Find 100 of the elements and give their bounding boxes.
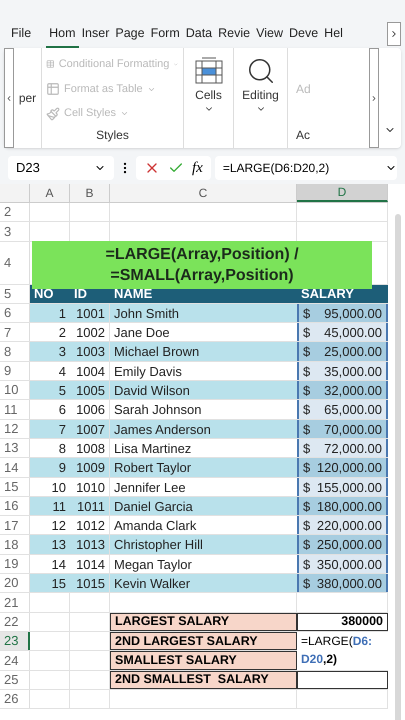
table-cell-text: Amanda Clark bbox=[113, 517, 198, 534]
cells-icon bbox=[194, 56, 224, 86]
table-cell: 1001 bbox=[70, 304, 110, 322]
table-cell-text: 14 bbox=[50, 556, 67, 574]
table-cell-text: Kevin Walker bbox=[113, 575, 192, 592]
scroll-right-button[interactable] bbox=[387, 22, 401, 46]
ribbon-tab[interactable]: Hel bbox=[321, 20, 346, 48]
cells-button[interactable]: Cells bbox=[184, 48, 234, 148]
table-cell: $ 120,000.00 bbox=[297, 458, 388, 477]
ribbon-label: Ad bbox=[296, 81, 311, 98]
table-cell: $ 25,000.00 bbox=[297, 342, 388, 361]
table-cell-text: 6 bbox=[58, 401, 67, 419]
row-number: 24 bbox=[0, 651, 30, 670]
row-number: 4 bbox=[0, 242, 30, 284]
table-cell-text: John Smith bbox=[113, 304, 180, 322]
table-cell-text: 8 bbox=[58, 440, 67, 458]
table-cell-text: Robert Taylor bbox=[113, 459, 192, 477]
table-cell: 1011 bbox=[70, 496, 110, 516]
table-cell: $ 72,000.00 bbox=[297, 438, 388, 458]
table-cell-text: Michael Brown bbox=[113, 343, 200, 361]
row-number: 25 bbox=[0, 670, 30, 689]
scroll-left-button[interactable] bbox=[4, 48, 14, 148]
table-cell: 1006 bbox=[70, 400, 110, 419]
table-cell-text: Jane Doe bbox=[113, 324, 171, 342]
table-cell: $ 70,000.00 bbox=[297, 420, 388, 438]
label-cell: 2ND SMALLEST SALARY bbox=[110, 670, 297, 689]
group-label: Ac bbox=[296, 127, 310, 144]
table-cell-text: 9 bbox=[58, 459, 67, 477]
table-cell: $ 65,000.00 bbox=[297, 400, 388, 419]
table-cell-text: Christopher Hill bbox=[113, 536, 204, 554]
table-cell-text: 4 bbox=[58, 362, 67, 380]
table-cell: $ 35,000.00 bbox=[297, 362, 388, 380]
value-cell: 380000 bbox=[297, 612, 388, 631]
table-cell: 1005 bbox=[70, 381, 110, 400]
table-cell-text: 1 bbox=[58, 304, 67, 322]
table-cell: 1012 bbox=[70, 516, 110, 534]
table-cell: $ 180,000.00 bbox=[297, 496, 388, 516]
row-number: 22 bbox=[0, 612, 30, 631]
table-cell: $ 45,000.00 bbox=[297, 323, 388, 342]
table-cell-text: 10 bbox=[50, 478, 67, 496]
row-number: 23 bbox=[0, 632, 30, 650]
scroll-right-button[interactable] bbox=[369, 48, 379, 148]
ribbon-label: per bbox=[18, 90, 36, 107]
row-number: 26 bbox=[0, 690, 30, 708]
table-cell-text: Lisa Martinez bbox=[113, 440, 192, 458]
formula-banner: =LARGE(Array,Position) / =SMALL(Array,Position) bbox=[32, 241, 372, 289]
row-number: 21 bbox=[0, 593, 30, 612]
table-cell-text: Jennifer Lee bbox=[113, 478, 187, 496]
table-cell-text: David Wilson bbox=[113, 382, 191, 400]
table-cell-text: Megan Taylor bbox=[113, 556, 193, 574]
formula-field[interactable]: =LARGE(D6:D20,2) bbox=[214, 156, 397, 180]
label-cell: SMALLEST SALARY bbox=[110, 651, 297, 670]
label-cell: LARGEST SALARY bbox=[110, 612, 297, 631]
column-header[interactable]: D bbox=[297, 184, 388, 202]
label-cell: 2ND LARGEST SALARY bbox=[110, 632, 297, 650]
table-cell: 1009 bbox=[70, 458, 110, 477]
table-cell: 1003 bbox=[70, 342, 110, 361]
row-number: 3 bbox=[0, 222, 30, 241]
table-cell: 1004 bbox=[70, 362, 110, 380]
table-cell-text: 15 bbox=[50, 575, 67, 592]
group-label: Styles bbox=[96, 127, 129, 144]
scrollbar[interactable] bbox=[395, 214, 401, 720]
table-cell-text: 12 bbox=[50, 517, 67, 534]
table-cell: $ 32,000.00 bbox=[297, 381, 388, 400]
editing-button[interactable]: Editing bbox=[234, 48, 288, 148]
table-cell-text: 5 bbox=[58, 382, 67, 400]
table-cell-text: Sarah Johnson bbox=[113, 401, 202, 419]
column-header[interactable]: B bbox=[70, 184, 110, 202]
ribbon-tab[interactable]: Form bbox=[148, 20, 183, 48]
row-number: 2 bbox=[0, 203, 30, 222]
table-cell: 1013 bbox=[70, 535, 110, 554]
column-header[interactable]: A bbox=[30, 184, 70, 202]
ribbon-tab[interactable]: Data bbox=[182, 20, 216, 48]
ribbon-tab[interactable]: Revie bbox=[215, 20, 254, 48]
table-cell-text: Daniel Garcia bbox=[113, 498, 194, 516]
table-cell: 1010 bbox=[70, 478, 110, 496]
name-box[interactable]: D23 bbox=[8, 156, 114, 180]
table-cell-text: 7 bbox=[58, 420, 67, 438]
function-label[interactable]: fx bbox=[192, 156, 203, 180]
table-cell-text: 13 bbox=[50, 536, 67, 554]
table-cell-text: 3 bbox=[58, 343, 67, 361]
table-cell: $ 95,000.00 bbox=[297, 304, 388, 322]
ribbon-tab[interactable]: Page bbox=[112, 20, 148, 48]
ribbon-tab[interactable]: File bbox=[8, 20, 34, 48]
ribbon-tab[interactable]: Inser bbox=[78, 20, 112, 48]
table-cell: $ 380,000.00 bbox=[297, 574, 388, 592]
table-cell: $ 250,000.00 bbox=[297, 535, 388, 554]
table-cell-text: 2 bbox=[58, 324, 67, 342]
table-cell: 1015 bbox=[70, 574, 110, 592]
chevron-left-icon bbox=[5, 94, 13, 102]
ribbon-tab[interactable]: View bbox=[253, 20, 286, 48]
table-cell: 1002 bbox=[70, 323, 110, 342]
table-cell: $ 155,000.00 bbox=[297, 478, 388, 496]
table-cell-text: James Anderson bbox=[113, 420, 212, 438]
table-cell: $ 220,000.00 bbox=[297, 516, 388, 534]
table-cell-text: Emily Davis bbox=[113, 362, 183, 380]
table-cell: 1008 bbox=[70, 438, 110, 458]
ribbon-tab[interactable]: Deve bbox=[286, 20, 322, 48]
table-cell-text: 11 bbox=[52, 498, 67, 516]
chevron-right-icon bbox=[370, 94, 378, 102]
